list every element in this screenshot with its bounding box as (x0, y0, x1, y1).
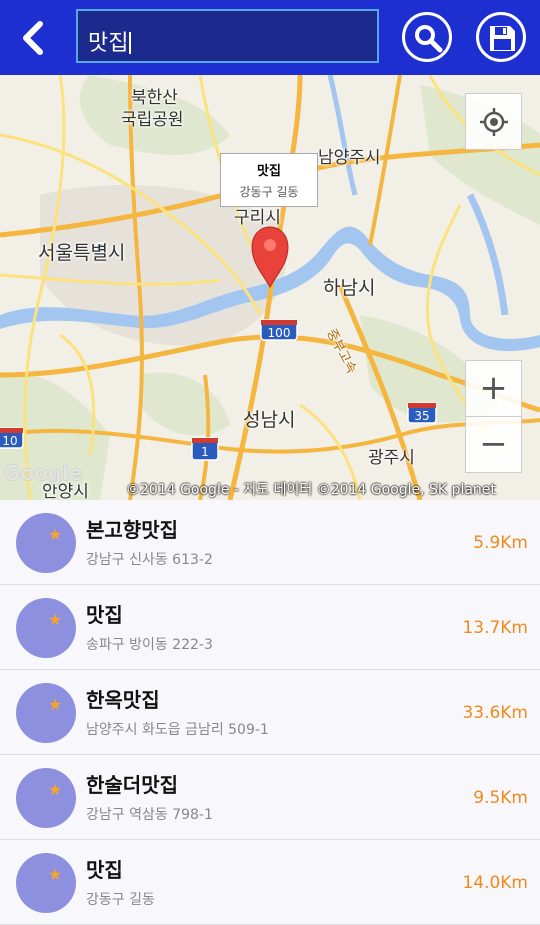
place-address: 강남구 역삼동 798-1 (86, 807, 213, 823)
crosshair-icon (480, 108, 508, 136)
list-item[interactable]: ★ 맛집 송파구 방이동 222-3 13.7Km (0, 585, 540, 670)
map-label-namyangju: 남양주시 (318, 148, 381, 168)
place-distance: 14.0Km (462, 873, 528, 893)
star-icon: ★ (48, 610, 63, 629)
place-name: 한옥맛집 (86, 688, 160, 712)
route-shield-10: 10 (0, 427, 24, 449)
map-label-national-park: 국립공원 (121, 110, 184, 130)
place-address: 남양주시 화도읍 금남리 509-1 (86, 722, 269, 738)
place-name: 맛집 (86, 858, 123, 882)
place-address: 강동구 길동 (86, 892, 155, 908)
place-distance: 9.5Km (473, 788, 528, 808)
floppy-disk-icon (490, 26, 515, 51)
text-cursor (129, 32, 132, 54)
zoom-in-button[interactable]: + (465, 360, 522, 417)
route-shield-100: 100 (260, 319, 298, 341)
star-icon: ★ (48, 865, 63, 884)
map-view[interactable]: 북한산 국립공원 남양주시 서울특별시 구리시 하남시 성남시 광주시 안양시 … (0, 75, 540, 500)
info-window-subtitle: 강동구 길동 (239, 185, 299, 199)
map-copyright: ©2014 Google - 지도 데이터 ©2014 Google, SK p… (126, 482, 496, 498)
map-background (0, 75, 540, 500)
map-label-gwangju: 광주시 (368, 448, 415, 468)
search-query: 맛집 (88, 31, 129, 56)
place-name: 본고향맛집 (86, 518, 178, 542)
route-shield-1: 1 (191, 437, 219, 461)
search-input[interactable]: 맛집 (76, 9, 379, 63)
list-item[interactable]: ★ 본고향맛집 강남구 신사동 613-2 5.9Km (0, 500, 540, 585)
place-name: 맛집 (86, 603, 123, 627)
map-label-hanam: 하남시 (323, 277, 376, 299)
marker-info-window[interactable]: 맛집 강동구 길동 (220, 153, 318, 207)
google-logo: Google (4, 461, 83, 485)
place-thumbnail: ★ (16, 598, 76, 658)
route-shield-10-text: 10 (2, 434, 17, 448)
save-button[interactable] (476, 12, 526, 62)
zoom-out-button[interactable]: − (465, 416, 522, 473)
star-icon: ★ (48, 525, 63, 544)
info-window-title: 맛집 (257, 164, 281, 179)
place-thumbnail: ★ (16, 768, 76, 828)
chevron-left-icon (23, 21, 43, 55)
search-button[interactable] (402, 12, 452, 62)
list-item[interactable]: ★ 한술더맛집 강남구 역삼동 798-1 9.5Km (0, 755, 540, 840)
list-item[interactable]: ★ 한옥맛집 남양주시 화도읍 금남리 509-1 33.6Km (0, 670, 540, 755)
place-thumbnail: ★ (16, 683, 76, 743)
place-distance: 5.9Km (473, 533, 528, 553)
route-shield-35: 35 (407, 402, 437, 424)
place-distance: 33.6Km (462, 703, 528, 723)
route-shield-35-text: 35 (414, 409, 429, 423)
place-distance: 13.7Km (462, 618, 528, 638)
route-shield-100-text: 100 (268, 326, 291, 340)
list-item[interactable]: ★ 맛집 강동구 길동 14.0Km (0, 840, 540, 925)
my-location-button[interactable] (465, 93, 522, 150)
results-list: ★ 본고향맛집 강남구 신사동 613-2 5.9Km ★ 맛집 송파구 방이동… (0, 500, 540, 925)
place-address: 송파구 방이동 222-3 (86, 637, 213, 653)
top-bar: 맛집 (0, 0, 540, 75)
place-thumbnail: ★ (16, 513, 76, 573)
place-name: 한술더맛집 (86, 773, 178, 797)
star-icon: ★ (48, 695, 63, 714)
back-button[interactable] (16, 18, 50, 58)
route-shield-1-text: 1 (201, 445, 209, 459)
map-label-seoul: 서울특별시 (38, 242, 126, 264)
search-icon (415, 25, 443, 53)
map-label-seongnam: 성남시 (243, 409, 296, 431)
place-address: 강남구 신사동 613-2 (86, 552, 213, 568)
place-thumbnail: ★ (16, 853, 76, 913)
star-icon: ★ (48, 780, 63, 799)
